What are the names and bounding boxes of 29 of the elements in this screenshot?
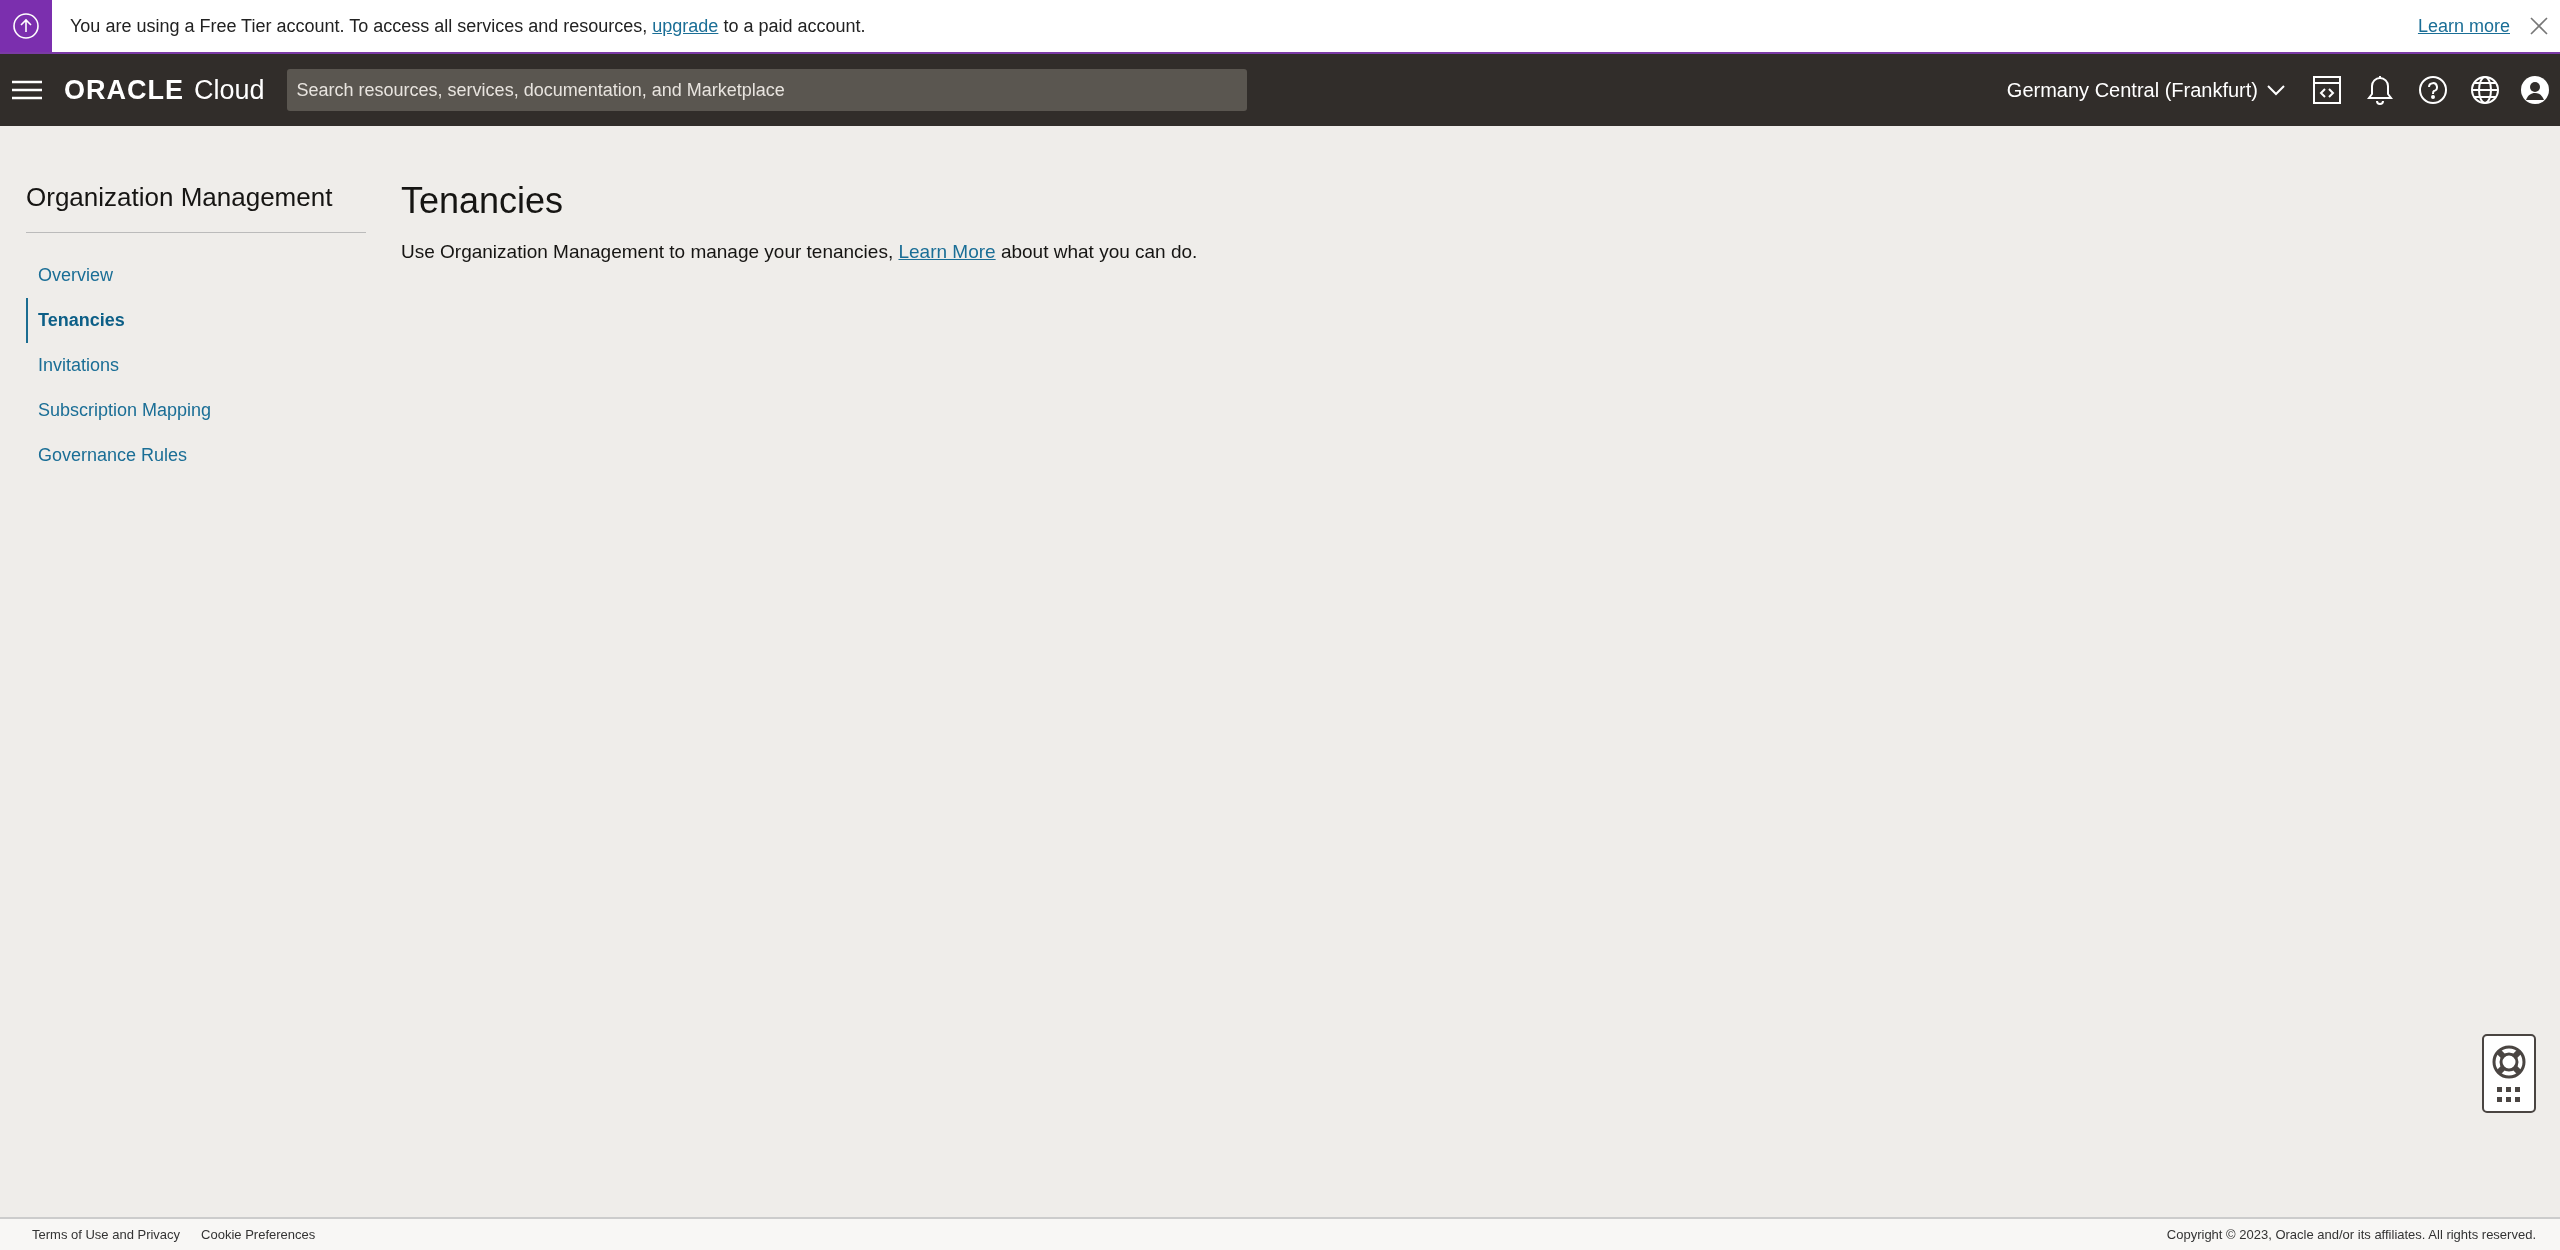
page-description: Use Organization Management to manage your tenancies, Learn More about what you can do. [401, 240, 1198, 264]
sidebar-nav-item[interactable]: Overview [26, 253, 366, 298]
sidebar-nav-item[interactable]: Tenancies [26, 298, 366, 343]
user-profile-icon[interactable] [2520, 75, 2550, 105]
copyright-text: Copyright © 2023, Oracle and/or its affiliates. All rights reserved. [2166, 1225, 2536, 1244]
help-icon[interactable] [2418, 75, 2448, 105]
sidebar-nav-item[interactable]: Subscription Mapping [26, 388, 366, 433]
oracle-cloud-logo[interactable]: ORACLE Cloud [64, 69, 265, 111]
menu-icon[interactable] [12, 79, 42, 101]
close-icon[interactable] [2528, 15, 2550, 37]
language-globe-icon[interactable] [2470, 75, 2500, 105]
banner-message: You are using a Free Tier account. To access all services and resources, upgrade to a paid account. [70, 14, 866, 38]
region-selector[interactable]: Germany Central (Frankfurt) [2006, 75, 2286, 105]
sidebar-nav-item[interactable]: Governance Rules [26, 433, 366, 478]
sidebar-nav-item[interactable]: Invitations [26, 343, 366, 388]
help-support-widget[interactable] [2482, 1034, 2536, 1113]
page-title: Tenancies [401, 179, 565, 223]
learn-more-link[interactable]: Learn More [898, 241, 996, 262]
search-field[interactable]: Search resources, services, documentation, and Marketplace [286, 69, 1247, 111]
upgrade-link[interactable]: upgrade [652, 15, 719, 36]
footer-link[interactable]: Cookie Preferences [201, 1224, 316, 1245]
life-ring-icon [2491, 1043, 2527, 1080]
grid-dots-icon [2496, 1085, 2522, 1104]
footer-link[interactable]: Terms of Use and Privacy [32, 1224, 181, 1245]
code-editor-icon[interactable] [2312, 75, 2342, 105]
learn-more-link[interactable]: Learn more [2417, 12, 2510, 40]
notifications-icon[interactable] [2366, 75, 2394, 105]
chevron-down-icon [2266, 84, 2286, 96]
sidebar-title: Organization Management [26, 178, 366, 233]
